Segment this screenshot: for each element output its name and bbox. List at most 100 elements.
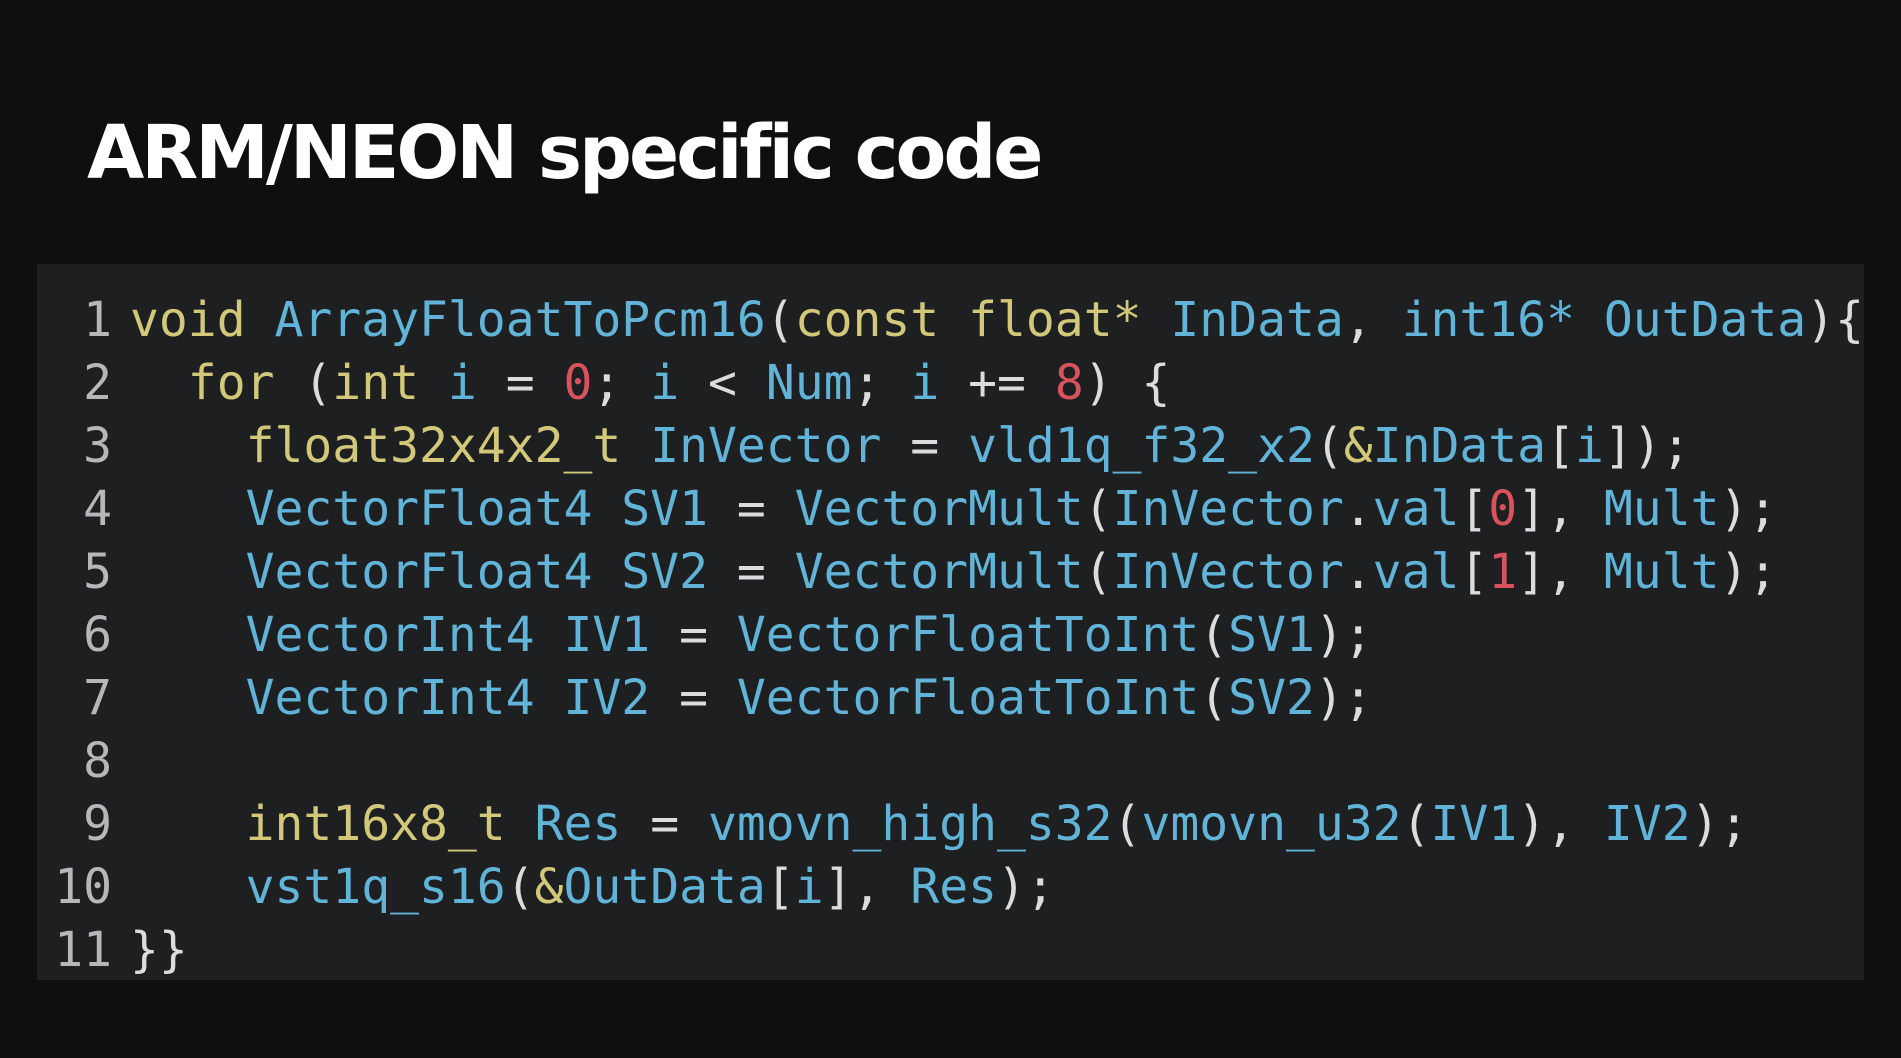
code-token: ; — [592, 354, 651, 411]
line-content: vst1q_s16(&OutData[i], Res); — [112, 859, 1055, 915]
code-line: 11}} — [37, 918, 1864, 981]
code-token: InData — [1170, 291, 1344, 348]
code-token: ( — [1112, 795, 1142, 852]
code-token: Res — [910, 858, 998, 915]
line-content: VectorInt4 IV2 = VectorFloatToInt(SV2); — [112, 670, 1373, 726]
code-token: VectorFloat4 — [245, 480, 593, 537]
code-token: 0 — [563, 354, 593, 411]
code-token: i — [650, 354, 680, 411]
code-token: VectorInt4 — [245, 606, 535, 663]
code-token: InVector — [650, 417, 882, 474]
code-token: Res — [534, 795, 622, 852]
line-number: 7 — [83, 669, 112, 726]
code-token: ) { — [1083, 354, 1171, 411]
line-number: 4 — [83, 480, 112, 537]
code-token: Mult — [1603, 543, 1720, 600]
code-token: = — [476, 354, 564, 411]
code-token: Mult — [1603, 480, 1720, 537]
code-token: & — [1343, 417, 1373, 474]
code-token: ( — [1199, 669, 1229, 726]
code-token: InData — [1372, 417, 1547, 474]
code-token: i — [794, 858, 824, 915]
code-token: ); — [1719, 543, 1778, 600]
code-token: . — [1343, 543, 1373, 600]
code-token: ], — [1517, 480, 1604, 537]
code-token: & — [534, 858, 564, 915]
code-token: ]); — [1603, 417, 1691, 474]
code-token: += — [939, 354, 1055, 411]
code-token: InVector — [1112, 543, 1344, 600]
code-token: VectorMult — [794, 543, 1084, 600]
code-token: i — [910, 354, 940, 411]
code-token: }} — [130, 921, 188, 978]
code-token: ); — [1690, 795, 1749, 852]
code-token: void — [130, 291, 246, 348]
line-content: VectorFloat4 SV2 = VectorMult(InVector.v… — [112, 543, 1778, 600]
line-content: int16x8_t Res = vmovn_high_s32(vmovn_u32… — [112, 795, 1749, 852]
line-number: 6 — [83, 606, 112, 663]
slide-title: ARM/NEON specific code — [87, 110, 1043, 196]
code-token: for — [187, 354, 275, 411]
code-token: VectorMult — [794, 480, 1084, 537]
code-token: vmovn_u32 — [1141, 795, 1402, 852]
code-token: OutData — [1603, 291, 1807, 348]
code-token: = — [650, 669, 737, 726]
code-token: VectorInt4 — [245, 669, 535, 726]
code-token: IV1 — [1430, 795, 1518, 852]
line-number: 8 — [83, 732, 112, 789]
line-number: 5 — [83, 543, 112, 600]
code-token: int16x8_t — [245, 795, 506, 852]
line-number: 1 — [83, 291, 112, 348]
code-token: ( — [1083, 480, 1113, 537]
code-line: 10 vst1q_s16(&OutData[i], Res); — [37, 855, 1864, 918]
line-content: }} — [112, 922, 188, 978]
code-token: < — [679, 354, 766, 411]
code-token: ( — [765, 291, 795, 348]
code-token: ); — [1719, 480, 1778, 537]
code-token: IV2 — [563, 669, 651, 726]
code-token: SV2 — [621, 543, 708, 600]
code-line: 2 for (int i = 0; i < Num; i += 8) { — [37, 351, 1864, 414]
code-token: ( — [274, 354, 333, 411]
code-token: [ — [1459, 543, 1489, 600]
code-token: ( — [1314, 417, 1344, 474]
code-token: vst1q_s16 — [245, 858, 506, 915]
code-token: , — [1343, 291, 1402, 348]
code-token: SV2 — [1228, 669, 1315, 726]
code-token: = — [650, 606, 737, 663]
code-token: SV1 — [621, 480, 708, 537]
code-token: val — [1372, 480, 1460, 537]
code-token: i — [447, 354, 477, 411]
code-line: 1 void ArrayFloatToPcm16(const float* InD… — [37, 288, 1864, 351]
code-token: ); — [997, 858, 1055, 915]
code-block: 1 void ArrayFloatToPcm16(const float* InD… — [37, 264, 1864, 980]
code-token: ){ — [1806, 291, 1864, 348]
code-line: 7 VectorInt4 IV2 = VectorFloatToInt(SV2)… — [37, 666, 1864, 729]
code-line: 9 int16x8_t Res = vmovn_high_s32(vmovn_u… — [37, 792, 1864, 855]
code-token: ( — [1199, 606, 1229, 663]
code-token: SV1 — [1228, 606, 1315, 663]
code-token: int — [332, 354, 419, 411]
code-token: = — [707, 480, 795, 537]
code-token: VectorFloatToInt — [736, 669, 1200, 726]
code-line: 4 VectorFloat4 SV1 = VectorMult(InVector… — [37, 477, 1864, 540]
code-token: float32x4x2_t — [245, 417, 622, 474]
line-content: for (int i = 0; i < Num; i += 8) { — [112, 354, 1171, 411]
code-token: ( — [1083, 543, 1113, 600]
line-number: 3 — [83, 417, 112, 474]
code-token: [ — [1459, 480, 1489, 537]
line-content: void ArrayFloatToPcm16(const float* InDa… — [112, 292, 1864, 348]
